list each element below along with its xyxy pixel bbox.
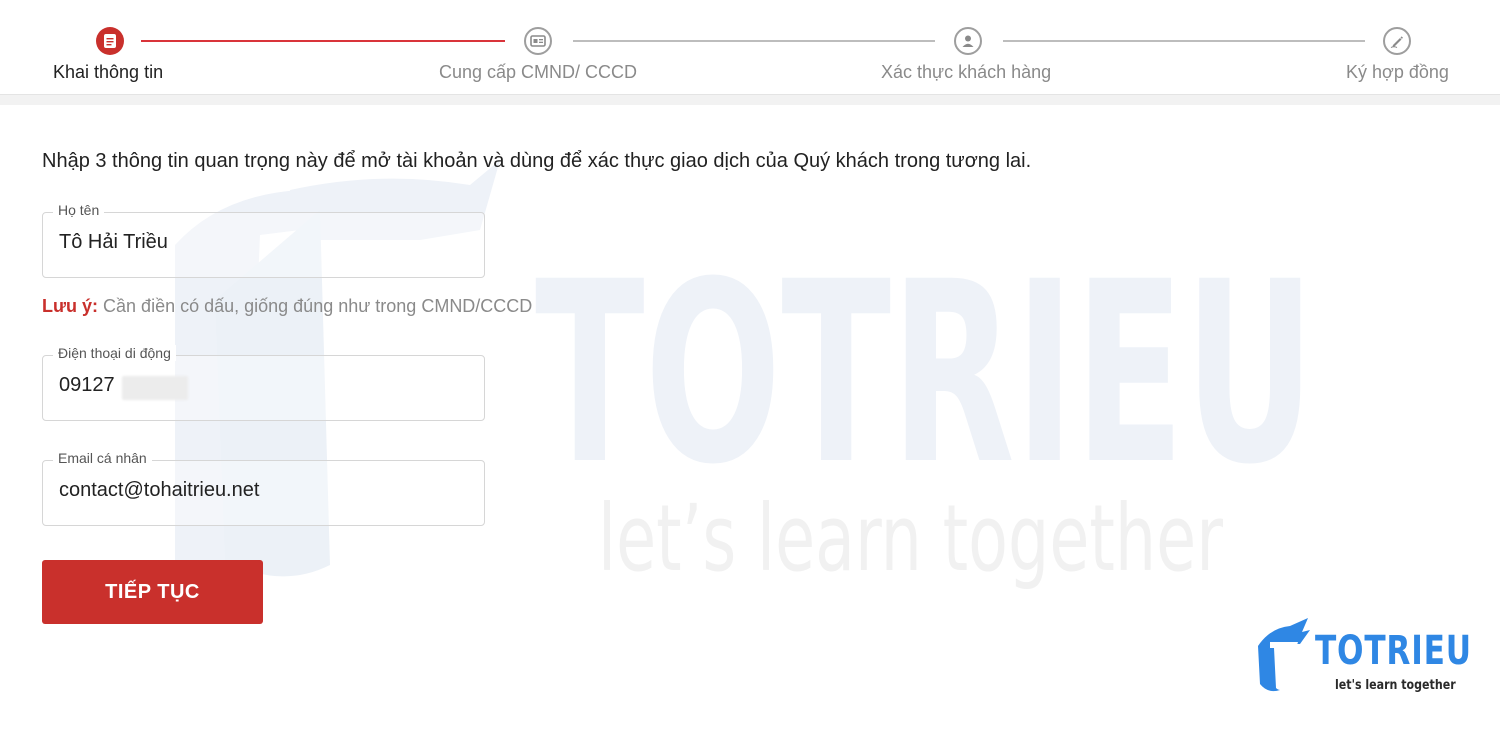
brand-logo: TOTRIEU let's learn together: [1250, 618, 1471, 698]
phone-label: Điện thoại di động: [53, 345, 176, 361]
full-name-field[interactable]: Họ tên: [42, 202, 485, 278]
full-name-input[interactable]: [59, 231, 469, 254]
name-note: Lưu ý: Cần điền có dấu, giống đúng như t…: [42, 296, 532, 317]
header-divider-band: [0, 95, 1500, 105]
step-1-indicator[interactable]: [96, 27, 124, 55]
step-4-label[interactable]: Ký hợp đồng: [1346, 62, 1449, 83]
brand-logo-tagline: let's learn together: [1335, 678, 1456, 693]
step-connector-1: [141, 40, 505, 42]
step-2-indicator[interactable]: [524, 27, 552, 55]
step-1-label[interactable]: Khai thông tin: [53, 62, 163, 83]
full-name-label: Họ tên: [53, 202, 105, 218]
step-connector-2: [573, 40, 935, 42]
form-icon: [104, 34, 116, 48]
intro-text: Nhập 3 thông tin quan trọng này để mở tà…: [42, 150, 1032, 172]
watermark-tagline: let’s learn together: [598, 485, 1223, 592]
user-icon: [962, 35, 974, 47]
pen-sign-icon: [1390, 36, 1403, 48]
email-field[interactable]: Email cá nhân: [42, 450, 485, 526]
email-input[interactable]: [59, 479, 469, 502]
phone-field[interactable]: Điện thoại di động: [42, 345, 485, 421]
step-4-indicator[interactable]: [1383, 27, 1411, 55]
redacted-phone-digits: [122, 376, 188, 400]
step-connector-3: [1003, 40, 1365, 42]
brand-mark-icon: [1258, 618, 1310, 692]
continue-button[interactable]: TIẾP TỤC: [42, 560, 263, 624]
step-2-label[interactable]: Cung cấp CMND/ CCCD: [439, 62, 637, 83]
note-prefix: Lưu ý:: [42, 296, 99, 316]
email-label: Email cá nhân: [53, 450, 152, 466]
phone-input[interactable]: [59, 374, 469, 397]
progress-stepper: Khai thông tin Cung cấp CMND/ CCCD Xác t…: [0, 0, 1500, 95]
watermark-title: TOTRIEU: [535, 228, 1315, 519]
step-3-label[interactable]: Xác thực khách hàng: [881, 62, 1051, 83]
brand-logo-title: TOTRIEU: [1315, 628, 1472, 674]
step-3-indicator[interactable]: [954, 27, 982, 55]
id-card-icon: [530, 35, 546, 47]
note-text: Cần điền có dấu, giống đúng như trong CM…: [98, 296, 533, 316]
